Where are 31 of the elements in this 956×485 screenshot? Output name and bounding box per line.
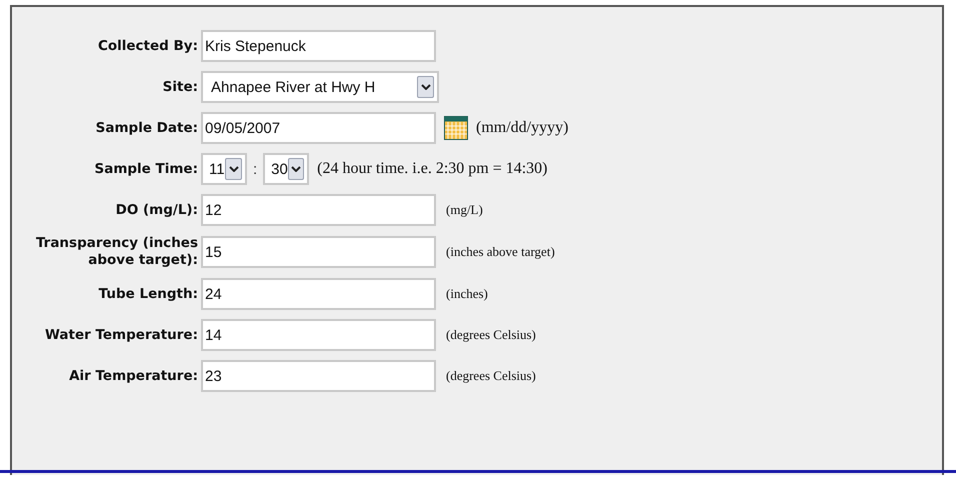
- field-label: Air Temperature:: [68, 368, 198, 384]
- field-label: Collected By:: [96, 38, 198, 54]
- text-field[interactable]: Kris Stepenuck: [201, 30, 436, 62]
- hint-text: (inches): [446, 286, 488, 302]
- hint-text: (24 hour time. i.e. 2:30 pm = 14:30): [317, 160, 548, 178]
- field-label: Water Temperature:: [44, 326, 198, 344]
- hint-text: (mm/dd/yyyy): [476, 119, 568, 137]
- text-field[interactable]: 23: [201, 360, 436, 392]
- site-dropdown[interactable]: Ahnapee River at Hwy H: [201, 71, 439, 103]
- field-label: Sample Date:: [94, 120, 198, 136]
- field-label: DO (mg/L):: [114, 202, 198, 218]
- chevron-down-icon: [291, 166, 302, 172]
- text-field[interactable]: 14: [201, 319, 436, 351]
- field-label: Tube Length:: [98, 286, 198, 302]
- chevron-down-icon: [420, 84, 430, 90]
- minute-dropdown[interactable]: 30: [263, 153, 310, 185]
- calendar-icon[interactable]: [444, 116, 468, 140]
- text-field[interactable]: 09/05/2007: [201, 112, 436, 144]
- hint-text: (inches above target): [446, 244, 555, 260]
- field-label: Transparency (inches above target):: [34, 235, 198, 269]
- hint-text: (mg/L): [446, 202, 483, 218]
- field-label: Site:: [162, 78, 198, 96]
- hour-dropdown[interactable]: 11: [201, 153, 247, 185]
- hint-text: (degrees Celsius): [446, 327, 536, 343]
- text-field[interactable]: 15: [201, 236, 436, 268]
- field-label: Sample Time:: [93, 160, 198, 178]
- chevron-down-icon: [228, 166, 238, 172]
- time-separator: :: [253, 160, 258, 178]
- hint-text: (degrees Celsius): [446, 368, 536, 384]
- text-field[interactable]: 24: [201, 278, 436, 310]
- text-field[interactable]: 12: [201, 194, 436, 226]
